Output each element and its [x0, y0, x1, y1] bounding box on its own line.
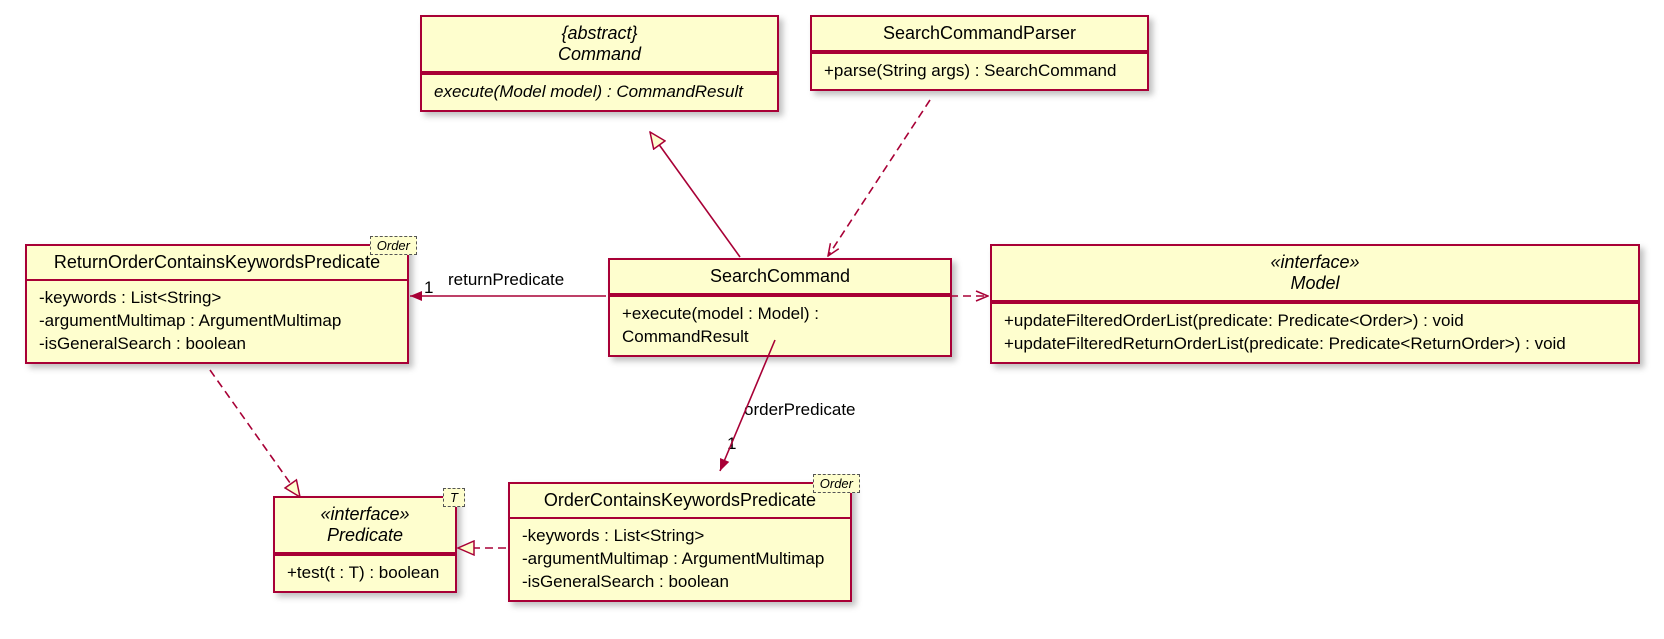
label-order-predicate-mult: 1	[727, 434, 736, 454]
ord-pred-a2: -argumentMultimap : ArgumentMultimap	[522, 548, 838, 571]
uml-canvas: {abstract} Command execute(Model model) …	[0, 0, 1664, 639]
parser-name: SearchCommandParser	[812, 17, 1147, 52]
class-search-command: SearchCommand +execute(model : Model) : …	[608, 258, 952, 357]
parser-op: +parse(String args) : SearchCommand	[812, 54, 1147, 89]
return-order-predicate-name: ReturnOrderContainsKeywordsPredicate	[27, 246, 407, 281]
ord-pred-a3: -isGeneralSearch : boolean	[522, 571, 838, 594]
return-order-predicate-tparam: Order	[370, 236, 417, 255]
order-predicate-tparam: Order	[813, 474, 860, 493]
search-command-name: SearchCommand	[610, 260, 950, 295]
class-command: {abstract} Command execute(Model model) …	[420, 15, 779, 112]
class-predicate: T «interface» Predicate +test(t : T) : b…	[273, 496, 457, 593]
search-command-op: +execute(model : Model) : CommandResult	[610, 297, 950, 355]
class-order-predicate: Order OrderContainsKeywordsPredicate -ke…	[508, 482, 852, 602]
model-op2: +updateFilteredReturnOrderList(predicate…	[1004, 333, 1626, 356]
label-return-predicate: returnPredicate	[448, 270, 564, 290]
model-name: Model	[1004, 273, 1626, 294]
order-predicate-name: OrderContainsKeywordsPredicate	[510, 484, 850, 519]
predicate-stereo: «interface»	[287, 504, 443, 525]
predicate-tparam: T	[443, 488, 465, 507]
ord-pred-a1: -keywords : List<String>	[522, 525, 838, 548]
ret-pred-a1: -keywords : List<String>	[39, 287, 395, 310]
class-model: «interface» Model +updateFilteredOrderLi…	[990, 244, 1640, 364]
model-stereo: «interface»	[1004, 252, 1626, 273]
model-op1: +updateFilteredOrderList(predicate: Pred…	[1004, 310, 1626, 333]
ret-pred-a2: -argumentMultimap : ArgumentMultimap	[39, 310, 395, 333]
command-op: execute(Model model) : CommandResult	[422, 75, 777, 110]
command-stereo: {abstract}	[434, 23, 765, 44]
ret-pred-a3: -isGeneralSearch : boolean	[39, 333, 395, 356]
predicate-op: +test(t : T) : boolean	[275, 556, 455, 591]
predicate-name: Predicate	[287, 525, 443, 546]
label-order-predicate: orderPredicate	[744, 400, 856, 420]
class-return-order-predicate: Order ReturnOrderContainsKeywordsPredica…	[25, 244, 409, 364]
class-search-command-parser: SearchCommandParser +parse(String args) …	[810, 15, 1149, 91]
command-name: Command	[434, 44, 765, 65]
label-return-predicate-mult: 1	[424, 278, 433, 298]
